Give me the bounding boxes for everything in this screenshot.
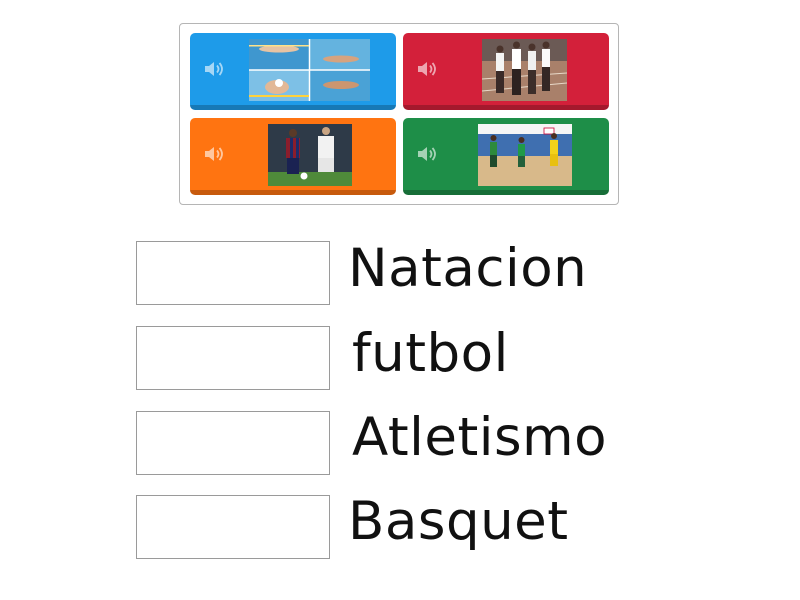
speaker-icon[interactable] (416, 59, 438, 79)
tile-swimming[interactable] (190, 33, 396, 110)
target-label-futbol: futbol (352, 323, 509, 384)
tile-basketball[interactable] (403, 118, 609, 195)
drop-slot-3[interactable] (136, 411, 330, 475)
image-tray (179, 23, 619, 205)
swimming-photo (249, 39, 370, 101)
target-label-atletismo: Atletismo (352, 407, 608, 468)
speaker-icon[interactable] (203, 59, 225, 79)
athletics-photo (482, 39, 567, 101)
target-label-basquet: Basquet (348, 491, 569, 552)
speaker-icon[interactable] (416, 144, 438, 164)
football-photo (268, 124, 352, 186)
drop-slot-4[interactable] (136, 495, 330, 559)
tile-athletics[interactable] (403, 33, 609, 110)
drop-slot-2[interactable] (136, 326, 330, 390)
target-label-natacion: Natacion (348, 238, 588, 299)
tile-football[interactable] (190, 118, 396, 195)
drop-slot-1[interactable] (136, 241, 330, 305)
basketball-photo (478, 124, 572, 186)
speaker-icon[interactable] (203, 144, 225, 164)
